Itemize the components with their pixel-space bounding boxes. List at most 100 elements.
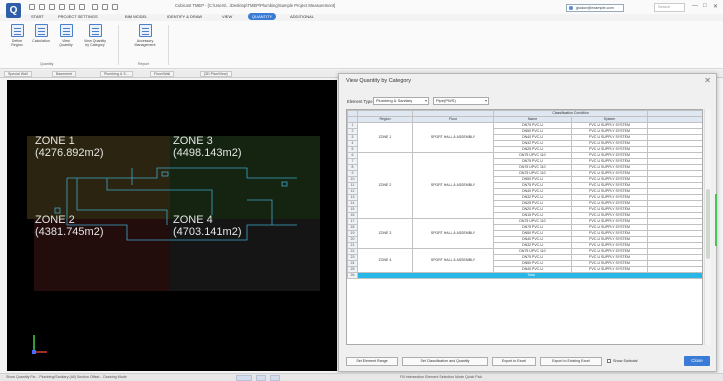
total-label: Total: [356, 272, 702, 279]
zone-2-label: ZONE 2 (4381.745m2): [35, 214, 104, 238]
floor-cell: SPORT HALL & ASSEMBLY: [412, 218, 494, 249]
zone-area: (4276.892m2): [35, 147, 104, 159]
zone-name: ZONE 2: [35, 214, 75, 226]
tab-quantity[interactable]: QUANTITY: [248, 13, 277, 20]
search-input[interactable]: Search: [654, 3, 685, 12]
tab-identify-draw[interactable]: IDENTIFY & DRAW: [167, 14, 202, 19]
row-number: 26: [347, 272, 358, 279]
save-icon[interactable]: [29, 4, 35, 10]
calculator-icon: [34, 24, 48, 37]
floor-cell: SPORT HALL & ASSEMBLY: [412, 248, 494, 273]
export-excel-button[interactable]: Export to Excel: [492, 357, 536, 366]
button-label: Quantity: [59, 43, 73, 48]
zone-name: ZONE 3: [173, 135, 213, 147]
tab-view[interactable]: VIEW: [222, 14, 232, 19]
title-bar: Q Cubicost TMEP - [C:\Users\...\Desktop\…: [0, 0, 723, 18]
dropdown-value: Pipe(PWS): [436, 98, 456, 103]
region-cell: ZONE 1: [357, 122, 413, 153]
table-icon: [59, 24, 73, 37]
region-cell: ZONE 4: [357, 248, 413, 273]
drawing-viewport[interactable]: ZONE 1 (4276.892m2) ZONE 3 (4498.143m2) …: [7, 80, 337, 371]
redo-icon[interactable]: [79, 4, 85, 10]
define-region-button[interactable]: Define Region: [6, 24, 28, 48]
view-tab-3d-plan[interactable]: [3D Plan/View]: [200, 71, 232, 77]
tab-start[interactable]: START: [31, 14, 44, 19]
group-divider: [118, 25, 119, 65]
table-scrollbar[interactable]: [704, 109, 711, 345]
user-icon: [569, 6, 573, 10]
layers-icon[interactable]: [102, 4, 108, 10]
open-icon[interactable]: [39, 4, 45, 10]
dropdown-value: Plumbing & Sanitary: [376, 98, 413, 103]
scrollbar-thumb[interactable]: [706, 189, 710, 259]
resize-indicator: [715, 194, 717, 246]
tab-bim-model[interactable]: BIM MODEL: [125, 14, 147, 19]
checkbox-box[interactable]: [607, 359, 611, 363]
accessory-icon: [138, 24, 152, 37]
view-quantity-by-category-button[interactable]: View Quantity by Category: [80, 24, 110, 48]
floor-cell: SPORT HALL & ASSEMBLY: [412, 122, 494, 153]
chevron-down-icon: ▾: [424, 98, 427, 103]
table-body: 1 ZONE 1 SPORT HALL & ASSEMBLY DN75 PVC-U PV…: [347, 122, 702, 279]
subtype-dropdown[interactable]: Pipe(PWS) ▾: [433, 97, 489, 105]
undo-icon[interactable]: [69, 4, 75, 10]
window-title: Cubicost TMEP - [C:\Users\...\Desktop\TM…: [175, 3, 336, 8]
settings-icon[interactable]: [92, 4, 98, 10]
set-element-range-button[interactable]: Set Element Range: [346, 357, 398, 366]
maximize-button[interactable]: □: [703, 3, 707, 9]
zone-area: (4703.141m2): [173, 226, 242, 238]
new-icon[interactable]: [49, 4, 55, 10]
user-email: glodon@example.com: [576, 6, 614, 10]
region-icon: [10, 24, 24, 37]
status-right-text: Fill Intersection Element Selection Mode…: [400, 375, 483, 379]
view-quantity-dialog: View Quantity by Category ✕ Element Type…: [338, 73, 717, 372]
quantity-table[interactable]: Classification Condition Region Floor Na…: [346, 109, 703, 345]
zone-area: (4381.745m2): [35, 226, 104, 238]
set-classification-button[interactable]: Set Classification and Quantity: [402, 357, 488, 366]
checkbox-label: Show Subtotal: [613, 359, 638, 363]
chevron-down-icon: ▾: [484, 98, 487, 103]
close-dialog-button[interactable]: Close: [684, 356, 710, 366]
status-bar: Show Quantity Fie... Plumbing/Sanitary (…: [0, 373, 723, 381]
status-toggle[interactable]: [236, 375, 252, 381]
zone-1-label: ZONE 1 (4276.892m2): [35, 135, 104, 159]
button-label: Management: [134, 43, 156, 48]
total-row[interactable]: 26 Total: [347, 272, 702, 279]
dialog-close-button[interactable]: ✕: [704, 76, 711, 85]
status-toggle[interactable]: [256, 375, 266, 381]
zone-3-label: ZONE 3 (4498.143m2): [173, 135, 242, 159]
view-tab-special-wall[interactable]: Special Wall: [4, 71, 32, 77]
z-axis-marker: [32, 350, 36, 354]
element-type-dropdown[interactable]: Plumbing & Sanitary ▾: [373, 97, 429, 105]
tab-project-settings[interactable]: PROJECT SETTINGS: [58, 14, 98, 19]
button-label: by Category: [85, 43, 105, 48]
button-label: Calculation: [32, 39, 50, 43]
calculation-button[interactable]: Calculation: [30, 24, 52, 43]
view-tab-plumbing[interactable]: Plumbing & S...: [100, 71, 133, 77]
view-tab-basement[interactable]: Basement: [52, 71, 77, 77]
tab-additional[interactable]: ADDITIONAL: [290, 14, 314, 19]
view-tab-floor-wall[interactable]: Floor/Wall: [150, 71, 175, 77]
view-quantity-button[interactable]: View Quantity: [55, 24, 77, 48]
export-existing-excel-button[interactable]: Export to Existing Excel: [540, 357, 602, 366]
element-type-label: Element Type: [347, 99, 373, 104]
ribbon-tabs: START PROJECT SETTINGS BIM MODEL IDENTIF…: [0, 13, 723, 21]
region-cell: ZONE 3: [357, 218, 413, 249]
zone-name: ZONE 1: [35, 135, 75, 147]
category-table-icon: [88, 24, 102, 37]
print-icon[interactable]: [59, 4, 65, 10]
accessory-management-button[interactable]: Accessory Management: [128, 24, 162, 48]
show-subtotal-checkbox[interactable]: Show Subtotal: [607, 359, 638, 363]
floor-cell: SPORT HALL & ASSEMBLY: [412, 152, 494, 219]
dropdown-icon[interactable]: [112, 4, 118, 10]
status-toggle[interactable]: [270, 375, 280, 381]
zone-name: ZONE 4: [173, 214, 213, 226]
axis-gizmo: [32, 335, 47, 354]
close-button[interactable]: ✕: [713, 3, 718, 10]
group-label-report: Report: [138, 62, 149, 66]
button-label: Region: [11, 43, 23, 48]
zone-4-label: ZONE 4 (4703.141m2): [173, 214, 242, 238]
user-account[interactable]: glodon@example.com: [566, 4, 624, 12]
ribbon-panel: Define Region Calculation View Quantity …: [0, 21, 723, 69]
minimize-button[interactable]: —: [692, 3, 698, 9]
